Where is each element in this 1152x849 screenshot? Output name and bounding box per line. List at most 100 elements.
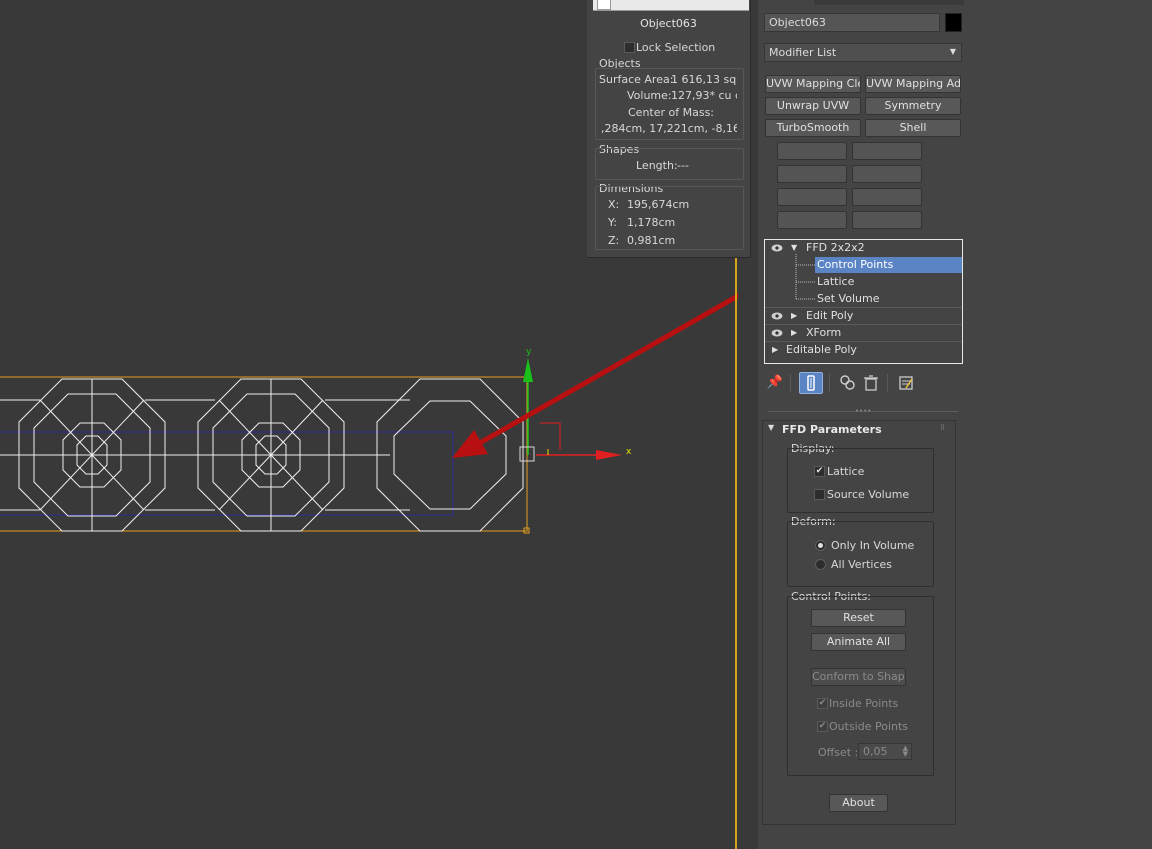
empty-modifier-slot[interactable]	[777, 211, 847, 229]
pin-stack-icon[interactable]: 📌	[765, 373, 785, 393]
outside-points-checkbox[interactable]: ✔	[817, 721, 828, 732]
show-end-result-icon[interactable]	[799, 372, 823, 394]
reset-button[interactable]: Reset	[811, 609, 906, 627]
ffd-lattice-box	[0, 376, 528, 532]
modifier-list-label: Modifier List	[769, 46, 837, 59]
offset-value: 0,05	[863, 745, 888, 758]
gizmo-x-arrow-icon	[596, 450, 622, 460]
center-of-mass-label: Center of Mass:	[628, 106, 715, 119]
volume-label: Volume:	[627, 89, 672, 102]
lattice-label: Lattice	[827, 465, 865, 478]
object-name-field[interactable]: Object063	[764, 13, 940, 32]
remove-modifier-icon[interactable]	[861, 373, 881, 393]
modifier-stack[interactable]: ▼ FFD 2x2x2 Control Points Lattice Set V…	[764, 239, 963, 364]
toolbar-divider	[829, 374, 830, 392]
tree-lines	[795, 254, 815, 300]
deform-group	[787, 521, 934, 587]
inside-points-checkbox[interactable]: ✔	[817, 698, 828, 709]
empty-modifier-slot[interactable]	[777, 142, 847, 160]
inside-points-label: Inside Points	[829, 697, 899, 710]
lock-selection-label: Lock Selection	[636, 41, 716, 54]
measure-object-name: Object063	[640, 17, 697, 30]
stack-item-xform[interactable]: ▶ XForm	[765, 325, 962, 341]
stack-xform-label: XForm	[806, 326, 842, 339]
eye-icon[interactable]	[771, 312, 783, 320]
axis-x-label: x	[626, 447, 632, 457]
stack-subitem-lattice[interactable]: Lattice	[815, 274, 957, 290]
collapse-icon[interactable]: ▼	[768, 423, 774, 432]
grip-icon[interactable]: ••••	[855, 408, 872, 415]
eye-icon[interactable]	[771, 244, 783, 252]
length-value: ---	[677, 159, 689, 172]
rollout-grip-icon[interactable]: ⠿	[940, 424, 945, 432]
dim-z-label: Z:	[608, 234, 620, 247]
surface-area-value: 1 616,13 sq cr	[671, 73, 737, 86]
source-volume-checkbox[interactable]	[814, 489, 825, 500]
dim-x-value: 195,674cm	[627, 198, 690, 211]
surface-area-label: Surface Area:	[599, 73, 674, 86]
dim-z-value: 0,981cm	[627, 234, 676, 247]
turbosmooth-button[interactable]: TurboSmooth	[765, 119, 861, 137]
expand-right-icon[interactable]: ▶	[791, 308, 797, 324]
measure-panel: Object063 Lock Selection Objects Surface…	[587, 0, 751, 258]
empty-modifier-slot[interactable]	[852, 142, 922, 160]
trash-glyph	[864, 375, 878, 391]
empty-modifier-slot[interactable]	[777, 165, 847, 183]
stack-editable-poly-label: Editable Poly	[786, 343, 857, 356]
make-unique-glyph	[840, 375, 855, 390]
toolbar-divider	[790, 374, 791, 392]
outside-points-label: Outside Points	[829, 720, 909, 733]
lock-selection-checkbox[interactable]	[624, 42, 635, 53]
about-button[interactable]: About	[829, 794, 888, 812]
offset-label: Offset :	[818, 746, 859, 759]
center-of-mass-value: ,284cm, 17,221cm, -8,161	[601, 122, 737, 135]
wire-mesh	[0, 378, 524, 532]
toolbar-divider	[887, 374, 888, 392]
dropdown-arrow-icon: ▼	[949, 47, 956, 56]
make-unique-icon[interactable]	[838, 373, 858, 393]
axis-y-label: y	[526, 347, 532, 357]
configure-glyph	[899, 376, 913, 390]
all-vertices-radio[interactable]	[815, 559, 826, 570]
empty-modifier-slot[interactable]	[852, 211, 922, 229]
lattice-checkbox[interactable]: ✔	[814, 466, 825, 477]
symmetry-button[interactable]: Symmetry	[865, 97, 961, 115]
expand-right-icon[interactable]: ▶	[791, 325, 797, 341]
uvw-mapping-clear-button[interactable]: UVW Mapping Clear	[765, 75, 861, 93]
ffd-parameters-title[interactable]: FFD Parameters	[782, 423, 882, 436]
animate-all-button[interactable]: Animate All	[811, 633, 906, 651]
volume-value: 127,93* cu cr	[671, 89, 737, 102]
only-in-volume-label: Only In Volume	[831, 539, 915, 552]
expand-right-icon[interactable]: ▶	[772, 342, 778, 358]
modifier-list-dropdown[interactable]: Modifier List ▼	[764, 43, 962, 62]
length-label: Length:	[636, 159, 678, 172]
object-color-swatch[interactable]	[945, 13, 962, 32]
empty-modifier-slot[interactable]	[852, 165, 922, 183]
radio-dot	[818, 543, 823, 548]
measure-titlebar[interactable]	[593, 0, 749, 11]
gizmo-y-arrow-icon	[523, 358, 533, 382]
dim-x-label: X:	[608, 198, 620, 211]
offset-spinner[interactable]: 0,05 ▲ ▼	[858, 743, 912, 760]
uvw-mapping-add-button[interactable]: UVW Mapping Add	[865, 75, 961, 93]
stack-item-edit-poly[interactable]: ▶ Edit Poly	[765, 308, 962, 324]
only-in-volume-radio[interactable]	[815, 540, 826, 551]
configure-modifier-sets-icon[interactable]	[896, 373, 916, 393]
stack-subitem-control-points[interactable]: Control Points	[815, 257, 962, 273]
spinner-arrows-icon[interactable]: ▲ ▼	[903, 745, 908, 758]
empty-modifier-slot[interactable]	[852, 188, 922, 206]
source-volume-label: Source Volume	[827, 488, 910, 501]
unwrap-uvw-button[interactable]: Unwrap UVW	[765, 97, 861, 115]
window-icon	[597, 0, 611, 10]
dim-y-value: 1,178cm	[627, 216, 676, 229]
shell-button[interactable]: Shell	[865, 119, 961, 137]
stack-subitem-set-volume[interactable]: Set Volume	[815, 291, 957, 307]
display-group	[787, 448, 934, 513]
conform-to-shape-button[interactable]: Conform to Shape	[811, 668, 906, 686]
empty-modifier-slot[interactable]	[777, 188, 847, 206]
eye-icon[interactable]	[771, 329, 783, 337]
stack-item-editable-poly[interactable]: ▶ Editable Poly	[765, 342, 962, 358]
command-tabs[interactable]	[814, 0, 964, 5]
stack-edit-poly-label: Edit Poly	[806, 309, 854, 322]
dim-y-label: Y:	[608, 216, 617, 229]
